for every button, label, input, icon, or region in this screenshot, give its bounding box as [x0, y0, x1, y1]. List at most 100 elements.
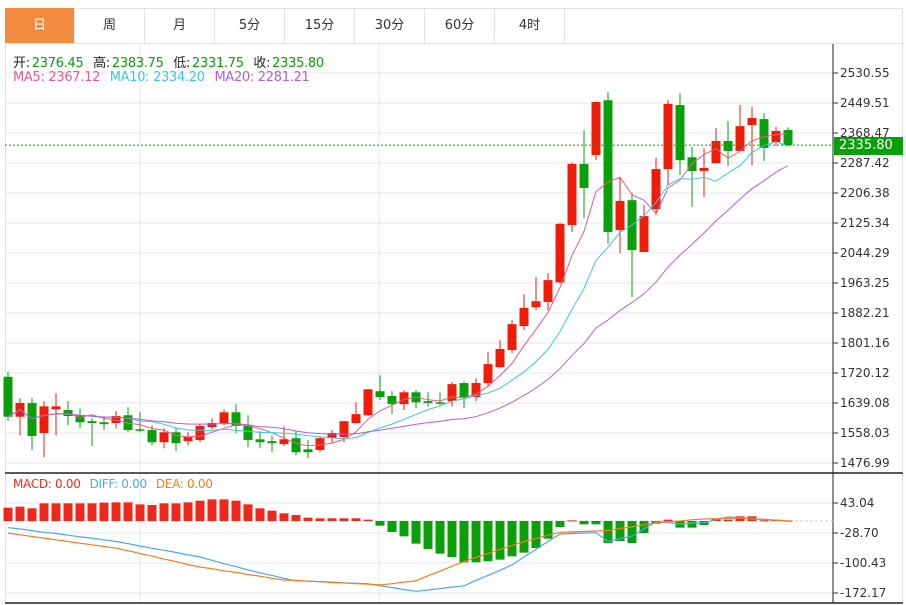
macd-tick-label: -100.43: [840, 556, 886, 570]
candle-up: [399, 392, 409, 405]
candle-up: [363, 389, 373, 416]
macd-legend: MACD: 0.00 DIFF: 0.00 DEA: 0.00: [13, 477, 215, 491]
candle-up: [195, 425, 205, 441]
macd-tick-label: -28.70: [840, 526, 879, 540]
close-label: 收:: [253, 56, 271, 71]
macd-bar: [723, 519, 733, 521]
ma20-legend: MA20: 2281.21: [214, 70, 310, 85]
macd-bar: [291, 515, 301, 521]
ma20-line: [7, 165, 789, 435]
macd-bar: [567, 520, 577, 522]
price-tick-label: 1963.25: [840, 276, 890, 290]
price-tick-label: 2206.38: [840, 186, 890, 200]
macd-bar: [759, 520, 769, 522]
diff-value: DIFF: 0.00: [89, 477, 148, 491]
candle-down: [387, 395, 397, 405]
candle-down: [459, 383, 469, 398]
dea-line: [7, 517, 789, 586]
macd-bar: [15, 506, 25, 521]
macd-bar: [363, 519, 373, 521]
macd-bar: [243, 504, 253, 521]
candle-down: [27, 403, 37, 436]
price-tick-label: 2044.29: [840, 246, 890, 260]
macd-bar: [255, 508, 265, 521]
candle-down: [723, 140, 733, 151]
kline-chart[interactable]: 2530.552449.512368.472287.422206.382125.…: [0, 0, 906, 605]
candle-up: [507, 324, 517, 351]
macd-bar: [87, 503, 97, 521]
candle-down: [603, 100, 613, 233]
macd-bar: [75, 503, 85, 521]
price-tick-label: 1720.12: [840, 366, 890, 380]
low-value: 2331.75: [192, 56, 244, 71]
macd-bar: [147, 504, 157, 521]
candle-up: [543, 280, 553, 302]
macd-bar: [171, 503, 181, 521]
price-tick-label: 2530.55: [840, 66, 890, 80]
macd-bar: [207, 499, 217, 521]
open-value: 2376.45: [31, 56, 84, 71]
candle-down: [783, 130, 793, 146]
macd-bar: [507, 520, 517, 557]
macd-tick-label: -172.17: [840, 586, 886, 600]
price-tick-label: 2125.34: [840, 216, 890, 230]
macd-bar: [687, 520, 697, 528]
ma10-legend: MA10: 2334.20: [109, 70, 205, 85]
price-tick-label: 1882.21: [840, 306, 890, 320]
macd-bar: [3, 507, 13, 521]
price-tick-label: 2287.42: [840, 156, 890, 170]
macd-bar: [579, 520, 589, 525]
candle-up: [615, 200, 625, 231]
candle-down: [675, 105, 685, 161]
candle-up: [483, 364, 493, 384]
macd-bar: [423, 520, 433, 550]
macd-bar: [27, 508, 37, 521]
dea-value: DEA: 0.00: [155, 477, 213, 491]
macd-bar: [663, 519, 673, 521]
candle-down: [147, 430, 157, 443]
candle-up: [639, 216, 649, 252]
candle-up: [555, 223, 565, 283]
macd-bar: [375, 520, 385, 526]
price-tick-label: 1558.03: [840, 426, 890, 440]
macd-bar: [279, 513, 289, 521]
macd-bar: [39, 503, 49, 521]
candle-up: [51, 406, 61, 410]
macd-bar: [219, 499, 229, 521]
macd-bar: [447, 520, 457, 558]
ma5-line: [7, 133, 789, 447]
candle-up: [219, 412, 229, 424]
price-tick-label: 1801.16: [840, 336, 890, 350]
candle-up: [771, 130, 781, 143]
candle-up: [663, 103, 673, 170]
macd-bar: [351, 518, 361, 521]
macd-bar: [99, 502, 109, 521]
candle-down: [255, 439, 265, 443]
macd-bar: [435, 520, 445, 554]
macd-bar: [267, 510, 277, 521]
candle-up: [591, 102, 601, 156]
candle-up: [711, 140, 721, 164]
macd-bar: [303, 517, 313, 521]
macd-bar: [123, 502, 133, 521]
candle-down: [267, 441, 277, 444]
price-tick-label: 1639.08: [840, 396, 890, 410]
candle-up: [567, 163, 577, 225]
ohlc-legend: 开: 2376.45 高: 2383.75 低: 2331.75 收: 2335.80: [13, 52, 326, 71]
macd-bar: [591, 520, 601, 525]
candle-up: [39, 406, 49, 434]
macd-tick-label: 43.04: [840, 496, 874, 510]
macd-bar: [327, 518, 337, 521]
high-label: 高:: [93, 56, 110, 71]
macd-bar: [411, 520, 421, 544]
macd-bar: [399, 520, 409, 537]
macd-bar: [183, 502, 193, 521]
candle-up: [339, 421, 349, 438]
macd-bar: [519, 520, 529, 553]
candle-down: [423, 401, 433, 404]
macd-bar: [51, 503, 61, 521]
candle-up: [747, 117, 757, 126]
candle-down: [435, 402, 445, 404]
close-value: 2335.80: [272, 56, 324, 71]
candle-up: [447, 384, 457, 402]
